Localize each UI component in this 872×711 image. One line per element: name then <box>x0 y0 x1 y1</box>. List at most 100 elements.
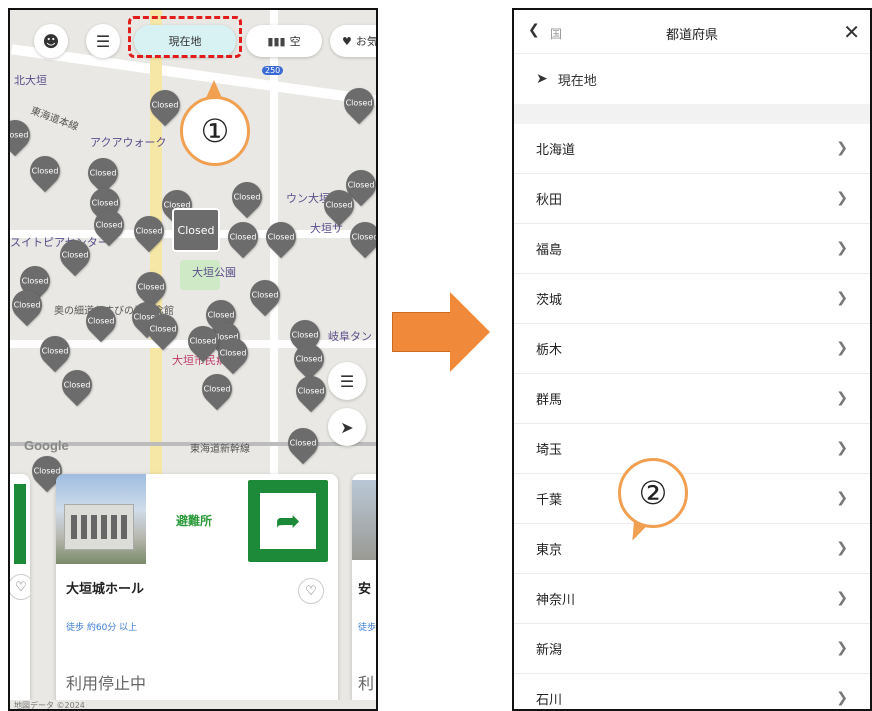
favorite-button[interactable]: ♡ <box>298 578 324 604</box>
prefecture-item[interactable]: 埼玉 ❯ <box>514 424 870 474</box>
map-pin[interactable]: Closed <box>259 215 303 259</box>
route-badge: 250 <box>262 66 284 75</box>
map-pin[interactable]: Closed <box>225 175 269 219</box>
facility-card-prev[interactable]: ♡ <box>10 474 30 706</box>
prefecture-item[interactable]: 茨城 ❯ <box>514 274 870 324</box>
chevron-right-icon: ❯ <box>836 390 848 406</box>
list-view-button[interactable]: ☰ <box>328 362 366 400</box>
facility-title: 大垣城ホール <box>66 582 145 597</box>
prefecture-item[interactable]: 福島 ❯ <box>514 224 870 274</box>
prefecture-label: 栃木 <box>536 343 563 358</box>
chevron-right-icon: ❯ <box>836 590 848 606</box>
chevron-right-icon: ❯ <box>836 640 848 656</box>
facility-carousel[interactable]: ♡ 避難所 ➦ 大垣城ホール ♡ 徒歩 約60分 以上 利用停止中 安 徒歩 利 <box>10 474 377 709</box>
facility-card-next[interactable]: 安 徒歩 利 <box>352 474 377 706</box>
locate-button[interactable]: ➤ <box>328 408 366 446</box>
facility-category: 避難所 <box>176 514 213 528</box>
selected-pin[interactable]: Closed <box>172 208 220 252</box>
map-pin[interactable]: Closed <box>55 363 99 407</box>
favorite-button[interactable]: ♡ <box>10 574 30 600</box>
favorites-label: お気 <box>355 35 378 48</box>
heart-outline-icon: ♡ <box>15 579 27 595</box>
chevron-right-icon: ❯ <box>836 490 848 506</box>
map-label: 東海道本線 <box>28 105 80 134</box>
prefecture-item[interactable]: 秋田 ❯ <box>514 174 870 224</box>
evacuation-sign-icon: ➦ <box>248 480 328 562</box>
facility-status: 利 <box>358 674 375 693</box>
map-pin[interactable]: Closed <box>343 215 376 259</box>
highlight-box <box>128 16 242 58</box>
map-pin[interactable]: Closed <box>195 367 239 411</box>
map-label: スイトピアセンター <box>10 236 109 249</box>
favorites-filter-button[interactable]: ♥ お気 <box>330 25 378 57</box>
prefecture-list: 北海道 ❯ 秋田 ❯ 福島 ❯ 茨城 ❯ 栃木 ❯ 群馬 ❯ 埼玉 ❯ 千葉 ❯ 東京 ❯ 神奈川… <box>514 124 870 709</box>
map-pin[interactable]: Closed <box>221 215 265 259</box>
prefecture-label: 石川 <box>536 693 563 708</box>
prefecture-item[interactable]: 石川 ❯ <box>514 674 870 709</box>
prefecture-label: 群馬 <box>536 393 563 408</box>
walk-time: 徒歩 <box>358 623 377 633</box>
step-1-callout: ① <box>180 96 250 166</box>
google-logo: Google <box>24 438 69 453</box>
prefecture-item[interactable]: 新潟 ❯ <box>514 624 870 674</box>
transition-arrow-head <box>450 292 490 372</box>
chevron-right-icon: ❯ <box>836 240 848 256</box>
chevron-right-icon: ❯ <box>836 540 848 556</box>
prefecture-item[interactable]: 東京 ❯ <box>514 524 870 574</box>
map-pin[interactable]: Closed <box>337 81 376 125</box>
prefecture-item[interactable]: 群馬 ❯ <box>514 374 870 424</box>
prefecture-label: 北海道 <box>536 143 576 158</box>
map-pin[interactable]: Closed <box>127 209 171 253</box>
prefecture-item[interactable]: 千葉 ❯ <box>514 474 870 524</box>
sliders-icon: ☰ <box>95 31 111 51</box>
map-pin[interactable]: Closed <box>243 273 287 317</box>
current-location-row[interactable]: ➤ 現在地 <box>514 54 870 104</box>
prefecture-label: 秋田 <box>536 193 563 208</box>
chevron-right-icon: ❯ <box>836 340 848 356</box>
map-label: アクアウォーク <box>90 136 167 149</box>
facility-card[interactable]: 避難所 ➦ 大垣城ホール ♡ 徒歩 約60分 以上 利用停止中 <box>56 474 338 706</box>
filter-button[interactable]: ☰ <box>86 24 120 58</box>
chevron-right-icon: ❯ <box>836 140 848 156</box>
map-pin[interactable]: Closed <box>289 369 333 413</box>
section-divider <box>514 104 870 124</box>
navigation-arrow-icon: ➤ <box>340 417 354 437</box>
close-icon[interactable]: ✕ <box>843 20 860 44</box>
prefecture-label: 埼玉 <box>536 443 563 458</box>
prefecture-label: 新潟 <box>536 643 563 658</box>
heart-outline-icon: ♡ <box>305 583 317 599</box>
map-label: 東海道新幹線 <box>190 444 250 455</box>
vacancy-filter-button[interactable]: ▮▮▮ 空 <box>246 25 322 57</box>
walk-time: 徒歩 約60分 以上 <box>66 623 138 633</box>
facility-photo <box>56 474 146 564</box>
map-pin[interactable]: Closed <box>23 149 67 193</box>
chevron-right-icon: ❯ <box>836 440 848 456</box>
step-2-callout: ② <box>618 458 688 528</box>
prefecture-item[interactable]: 栃木 ❯ <box>514 324 870 374</box>
facility-status: 利用停止中 <box>66 674 147 693</box>
map-label: 岐阜タン <box>328 330 372 343</box>
prefecture-item[interactable]: 神奈川 ❯ <box>514 574 870 624</box>
profile-button[interactable]: ☻ <box>34 24 68 58</box>
prefecture-label: 福島 <box>536 243 563 258</box>
map-label: 大垣公園 <box>192 266 236 279</box>
prefecture-screen: ❮ 国 都道府県 ✕ ➤ 現在地 北海道 ❯ 秋田 ❯ 福島 ❯ 茨城 ❯ 栃木 ❯ 群馬… <box>512 8 872 711</box>
map-screen: 北大垣 東海道本線 アクアウォーク 大垣公園 奥の細道むすびの地記念館 大垣市民… <box>8 8 378 711</box>
chevron-right-icon: ❯ <box>836 290 848 306</box>
map-pin[interactable]: Closed <box>33 329 77 373</box>
current-location-label: 現在地 <box>557 73 597 89</box>
prefecture-label: 千葉 <box>536 493 563 508</box>
prefecture-label: 茨城 <box>536 293 563 308</box>
crowd-icon: ▮▮▮ <box>267 34 286 48</box>
map-pin[interactable]: Closed <box>10 113 37 157</box>
prefecture-header: ❮ 国 都道府県 ✕ <box>514 10 870 54</box>
vacancy-label: 空 <box>289 35 301 48</box>
facility-title: 安 <box>358 582 372 597</box>
prefecture-item[interactable]: 北海道 ❯ <box>514 124 870 174</box>
map-attribution: 地図データ ©2024 <box>10 700 376 709</box>
chevron-right-icon: ❯ <box>836 690 848 706</box>
list-icon: ☰ <box>339 371 355 391</box>
map-pin[interactable]: Closed <box>281 421 325 465</box>
prefecture-label: 神奈川 <box>536 593 576 608</box>
chevron-right-icon: ❯ <box>836 190 848 206</box>
